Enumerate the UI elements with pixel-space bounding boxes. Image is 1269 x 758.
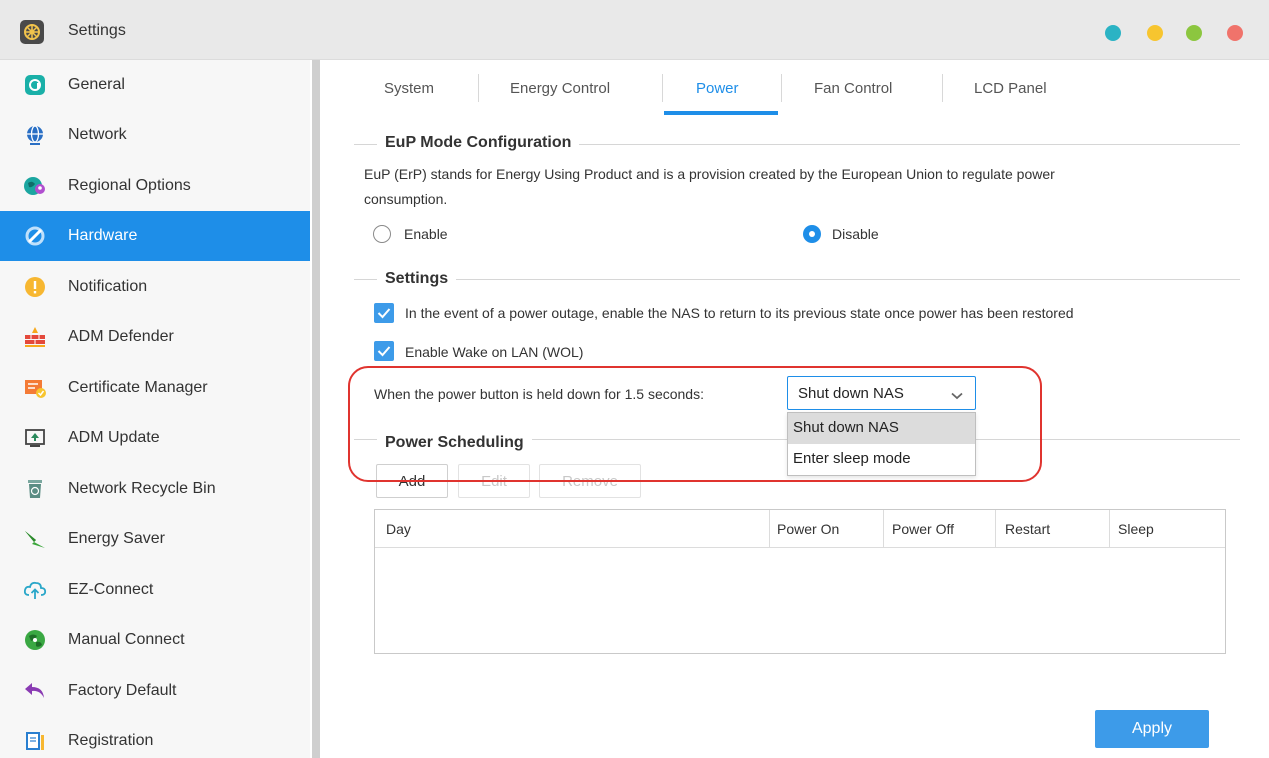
sidebar-item-label: Factory Default: [68, 682, 177, 699]
eup-enable-label: Enable: [404, 226, 448, 242]
table-header: Day Power On Power Off Restart Sleep: [375, 510, 1225, 548]
sidebar-item-adm-update[interactable]: ADM Update: [0, 413, 310, 463]
power-button-select[interactable]: Shut down NAS: [787, 376, 976, 410]
dropdown-option-sleep[interactable]: Enter sleep mode: [788, 444, 975, 475]
dropdown-option-shut-down[interactable]: Shut down NAS: [788, 413, 975, 444]
remove-schedule-button[interactable]: Remove: [539, 464, 641, 498]
column-separator: [769, 510, 770, 548]
column-separator: [995, 510, 996, 548]
sidebar-item-label: General: [68, 76, 125, 93]
registration-icon: [23, 729, 47, 753]
chevron-down-icon: [951, 387, 963, 403]
sidebar-item-certificate-manager[interactable]: Certificate Manager: [0, 363, 310, 413]
window-title: Settings: [68, 22, 126, 39]
exclamation-icon: [23, 275, 47, 299]
cloud-upload-icon: [23, 578, 47, 602]
eup-description: EuP (ErP) stands for Energy Using Produc…: [364, 166, 1055, 182]
regional-globe-pin-icon: [23, 174, 47, 198]
update-arrow-icon: [23, 426, 47, 450]
tab-system[interactable]: System: [384, 80, 434, 97]
sidebar-item-label: ADM Update: [68, 429, 160, 446]
eup-enable-radio[interactable]: [373, 225, 391, 243]
sidebar-scrollbar[interactable]: [312, 60, 320, 758]
tab-separator: [478, 74, 479, 102]
sidebar-item-factory-default[interactable]: Factory Default: [0, 666, 310, 716]
sidebar-item-label: Notification: [68, 278, 148, 295]
recycle-bin-icon: [23, 477, 47, 501]
tab-energy-control[interactable]: Energy Control: [510, 80, 610, 97]
globe-icon: [23, 123, 47, 147]
power-button-dropdown: Shut down NAS Enter sleep mode: [787, 412, 976, 476]
sidebar-item-label: Manual Connect: [68, 631, 185, 648]
sidebar-item-label: Network Recycle Bin: [68, 480, 216, 497]
tab-fan-control[interactable]: Fan Control: [814, 80, 892, 97]
column-power-on[interactable]: Power On: [777, 521, 839, 537]
sidebar-item-label: Certificate Manager: [68, 379, 208, 396]
tab-separator: [662, 74, 663, 102]
settings-section-title: Settings: [377, 270, 457, 288]
power-button-label: When the power button is held down for 1…: [374, 386, 704, 402]
tab-lcd-panel[interactable]: LCD Panel: [974, 80, 1047, 97]
sidebar-item-label: Registration: [68, 732, 154, 749]
eup-disable-label: Disable: [832, 226, 879, 242]
sidebar-item-network-recycle-bin[interactable]: Network Recycle Bin: [0, 464, 310, 514]
window-button-green[interactable]: [1186, 25, 1202, 41]
column-separator: [883, 510, 884, 548]
sidebar-item-general[interactable]: General: [0, 60, 310, 110]
undo-arrow-icon: [23, 679, 47, 703]
sidebar-item-label: Network: [68, 126, 127, 143]
sidebar: General Network Regional Options Hardwar…: [0, 60, 310, 758]
power-button-selected-value: Shut down NAS: [798, 385, 904, 402]
hardware-icon: [23, 224, 47, 248]
tab-bar: System Energy Control Power Fan Control …: [320, 60, 1269, 116]
restore-power-label: In the event of a power outage, enable t…: [405, 305, 1074, 321]
column-power-off[interactable]: Power Off: [892, 521, 954, 537]
sidebar-item-label: ADM Defender: [68, 328, 174, 345]
tab-separator: [781, 74, 782, 102]
eup-disable-radio[interactable]: [803, 225, 821, 243]
window-button-red[interactable]: [1227, 25, 1243, 41]
section-divider: [354, 279, 1240, 280]
firewall-icon: [23, 325, 47, 349]
eup-section-title: EuP Mode Configuration: [377, 134, 580, 152]
column-sleep[interactable]: Sleep: [1118, 521, 1154, 537]
active-tab-indicator: [664, 111, 778, 115]
schedule-table: Day Power On Power Off Restart Sleep: [374, 509, 1226, 654]
column-separator: [1109, 510, 1110, 548]
apply-button[interactable]: Apply: [1095, 710, 1209, 748]
power-scheduling-title: Power Scheduling: [377, 434, 532, 452]
sidebar-item-label: EZ-Connect: [68, 581, 154, 598]
sidebar-item-ez-connect[interactable]: EZ-Connect: [0, 565, 310, 615]
certificate-icon: [23, 376, 47, 400]
settings-app-icon: [20, 20, 44, 44]
restore-power-checkbox[interactable]: [374, 303, 394, 323]
title-bar: Settings: [0, 0, 1269, 60]
content-panel: System Energy Control Power Fan Control …: [320, 60, 1269, 758]
sidebar-item-notification[interactable]: Notification: [0, 262, 310, 312]
sidebar-item-regional-options[interactable]: Regional Options: [0, 161, 310, 211]
sidebar-item-label: Energy Saver: [68, 530, 165, 547]
wol-label: Enable Wake on LAN (WOL): [405, 344, 584, 360]
sidebar-item-network[interactable]: Network: [0, 110, 310, 160]
column-day[interactable]: Day: [386, 521, 411, 537]
eup-description-cont: consumption.: [364, 191, 448, 207]
energy-bolt-icon: [23, 527, 47, 551]
general-icon: [23, 73, 47, 97]
sidebar-item-hardware[interactable]: Hardware: [0, 211, 310, 261]
sidebar-item-manual-connect[interactable]: Manual Connect: [0, 615, 310, 665]
sidebar-item-label: Hardware: [68, 227, 138, 244]
tab-separator: [942, 74, 943, 102]
network-globe-icon: [23, 628, 47, 652]
sidebar-item-adm-defender[interactable]: ADM Defender: [0, 312, 310, 362]
window-button-yellow[interactable]: [1147, 25, 1163, 41]
add-schedule-button[interactable]: Add: [376, 464, 448, 498]
tab-power[interactable]: Power: [696, 80, 739, 97]
sidebar-item-label: Regional Options: [68, 177, 191, 194]
edit-schedule-button[interactable]: Edit: [458, 464, 530, 498]
sidebar-item-registration[interactable]: Registration: [0, 716, 310, 758]
column-restart[interactable]: Restart: [1005, 521, 1050, 537]
window-button-teal[interactable]: [1105, 25, 1121, 41]
sidebar-item-energy-saver[interactable]: Energy Saver: [0, 514, 310, 564]
wol-checkbox[interactable]: [374, 341, 394, 361]
